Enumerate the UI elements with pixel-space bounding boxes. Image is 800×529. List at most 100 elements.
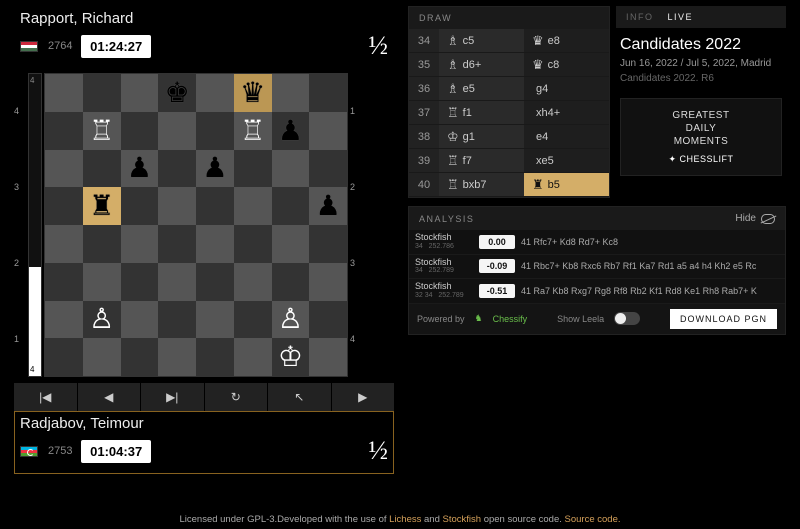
square[interactable] — [309, 263, 347, 301]
square[interactable]: ♟ — [272, 112, 310, 150]
white-move[interactable]: ♖f1 — [439, 101, 524, 125]
analysis-line[interactable]: Stockfish34 252.789-0.0941 Rbc7+ Kb8 Rxc… — [409, 255, 785, 280]
square[interactable] — [272, 74, 310, 112]
square[interactable] — [121, 225, 159, 263]
black-move[interactable]: xe5 — [524, 149, 609, 173]
square[interactable] — [45, 338, 83, 376]
square[interactable] — [234, 301, 272, 339]
square[interactable] — [234, 338, 272, 376]
square[interactable] — [234, 150, 272, 188]
square[interactable] — [196, 112, 234, 150]
black-move[interactable]: ♛e8 — [524, 29, 609, 53]
prev-move-button[interactable]: ◀ — [78, 383, 141, 411]
square[interactable] — [83, 338, 121, 376]
analysis-line[interactable]: Stockfish32 34 252.789-0.5141 Ra7 Kb8 Rx… — [409, 279, 785, 304]
square[interactable] — [196, 338, 234, 376]
square[interactable] — [158, 338, 196, 376]
square[interactable] — [121, 112, 159, 150]
download-pgn-button[interactable]: DOWNLOAD PGN — [670, 309, 777, 329]
square[interactable] — [83, 263, 121, 301]
square[interactable]: ♖ — [234, 112, 272, 150]
black-move[interactable]: ♜b5 — [524, 173, 609, 197]
square[interactable] — [45, 263, 83, 301]
cursor-button[interactable]: ↖ — [268, 383, 331, 411]
tab-live[interactable]: LIVE — [668, 12, 694, 22]
square[interactable] — [158, 225, 196, 263]
square[interactable] — [121, 187, 159, 225]
square[interactable] — [83, 74, 121, 112]
white-move[interactable]: ♔g1 — [439, 125, 524, 149]
next-move-button[interactable]: ▶| — [141, 383, 204, 411]
white-move[interactable]: ♗c5 — [439, 29, 524, 53]
black-move[interactable]: xh4+ — [524, 101, 609, 125]
square[interactable] — [121, 338, 159, 376]
tab-info[interactable]: INFO — [626, 12, 654, 22]
square[interactable] — [121, 301, 159, 339]
square[interactable]: ♟ — [309, 187, 347, 225]
square[interactable] — [272, 150, 310, 188]
square[interactable]: ♛ — [234, 74, 272, 112]
square[interactable]: ♜ — [83, 187, 121, 225]
square[interactable] — [272, 225, 310, 263]
square[interactable] — [158, 301, 196, 339]
square[interactable] — [45, 150, 83, 188]
square[interactable] — [196, 301, 234, 339]
square[interactable] — [234, 263, 272, 301]
lichess-link[interactable]: Lichess — [389, 514, 421, 525]
square[interactable] — [309, 338, 347, 376]
square[interactable] — [309, 112, 347, 150]
white-move[interactable]: ♖f7 — [439, 149, 524, 173]
white-move[interactable]: ♗d6+ — [439, 53, 524, 77]
analysis-line[interactable]: Stockfish34 252.7860.0041 Rfc7+ Kd8 Rd7+… — [409, 230, 785, 255]
square[interactable] — [272, 187, 310, 225]
square[interactable] — [309, 74, 347, 112]
hide-analysis-button[interactable]: Hide — [735, 213, 775, 224]
square[interactable] — [196, 74, 234, 112]
promo-card[interactable]: GREATEST DAILY MOMENTS ✦ CHESSLIFT — [620, 98, 782, 176]
square[interactable] — [234, 225, 272, 263]
square[interactable]: ♙ — [83, 301, 121, 339]
first-move-button[interactable]: |◀ — [14, 383, 77, 411]
square[interactable] — [196, 263, 234, 301]
source-code-link[interactable]: Source code. — [565, 514, 621, 525]
top-player-name: Rapport, Richard — [20, 10, 388, 27]
square[interactable]: ♚ — [158, 74, 196, 112]
stockfish-link[interactable]: Stockfish — [443, 514, 482, 525]
square[interactable] — [45, 301, 83, 339]
square[interactable] — [158, 187, 196, 225]
square[interactable] — [234, 187, 272, 225]
move-row: 35♗d6+♛c8 — [409, 53, 609, 77]
square[interactable] — [309, 225, 347, 263]
square[interactable]: ♟ — [121, 150, 159, 188]
square[interactable]: ♖ — [83, 112, 121, 150]
square[interactable] — [309, 150, 347, 188]
black-move[interactable]: ♛c8 — [524, 53, 609, 77]
refresh-button[interactable]: ↻ — [205, 383, 268, 411]
square[interactable] — [158, 263, 196, 301]
play-button[interactable]: ▶ — [332, 383, 395, 411]
square[interactable] — [196, 225, 234, 263]
square[interactable] — [45, 225, 83, 263]
square[interactable]: ♟ — [196, 150, 234, 188]
square[interactable]: ♔ — [272, 338, 310, 376]
square[interactable] — [83, 150, 121, 188]
square[interactable] — [45, 112, 83, 150]
square[interactable] — [121, 263, 159, 301]
square[interactable] — [158, 112, 196, 150]
square[interactable] — [121, 74, 159, 112]
chess-board[interactable]: ♚♛♖♖♟♟♟♜♟♙♙♔ — [44, 73, 348, 377]
square[interactable] — [83, 225, 121, 263]
square[interactable] — [272, 263, 310, 301]
square[interactable] — [196, 187, 234, 225]
white-move[interactable]: ♗e5 — [439, 77, 524, 101]
square[interactable] — [45, 74, 83, 112]
white-move[interactable]: ♖bxb7 — [439, 173, 524, 197]
show-leela-toggle[interactable] — [614, 312, 640, 325]
square[interactable] — [158, 150, 196, 188]
square[interactable] — [45, 187, 83, 225]
black-move[interactable]: e4 — [524, 125, 609, 149]
square[interactable] — [309, 301, 347, 339]
black-move[interactable]: g4 — [524, 77, 609, 101]
chessify-link[interactable]: Chessify — [493, 314, 528, 324]
square[interactable]: ♙ — [272, 301, 310, 339]
